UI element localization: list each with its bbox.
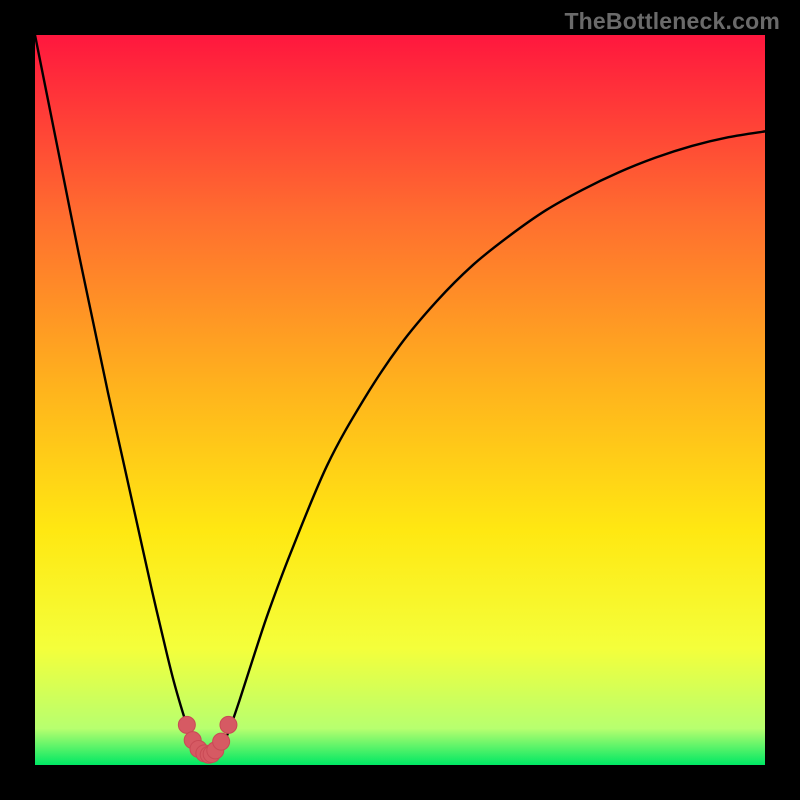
watermark-text: TheBottleneck.com <box>564 8 780 35</box>
minimum-marker <box>178 716 195 733</box>
bottleneck-chart-svg <box>35 35 765 765</box>
minimum-marker <box>220 716 237 733</box>
minimum-marker <box>213 733 230 750</box>
gradient-background <box>35 35 765 765</box>
chart-plot-area <box>35 35 765 765</box>
